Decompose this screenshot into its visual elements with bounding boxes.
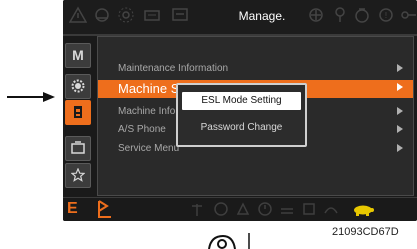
top-status-bar: Manage. ! [63, 0, 417, 34]
popup-item-esl-mode-setting[interactable]: ESL Mode Setting [182, 92, 301, 110]
side-button-manage[interactable] [65, 100, 91, 125]
power-mode-icon [213, 201, 229, 217]
menu-item-maintenance[interactable]: Maintenance Information [98, 61, 413, 78]
travel-icon [279, 201, 295, 217]
settings-gear-icon [117, 6, 135, 24]
chevron-right-icon [397, 83, 403, 91]
machine-security-popup: ESL Mode Setting Password Change [176, 83, 307, 147]
circuit-icon [399, 6, 417, 24]
side-button-settings[interactable] [65, 74, 91, 99]
filter-icon [353, 6, 371, 24]
fan-icon [301, 201, 317, 217]
menu-item-label: Maintenance Information [118, 63, 229, 74]
target-icon [307, 6, 325, 24]
display-icon [71, 141, 85, 154]
engine-icon [93, 6, 111, 24]
menu-item-label: Service Menu [118, 143, 180, 154]
wrench-icon [331, 6, 349, 24]
svg-text:!: ! [384, 11, 387, 20]
device-icon [208, 233, 250, 249]
turtle-icon [351, 201, 375, 217]
pointer-arrow-icon [7, 92, 55, 102]
mode-indicator: E [67, 200, 78, 217]
menu-item-label: Machine Info [118, 106, 176, 117]
manage-icon [74, 106, 82, 118]
chevron-right-icon [397, 64, 403, 72]
chevron-right-icon [397, 107, 403, 115]
antenna-icon [189, 201, 205, 217]
side-button-mode[interactable]: M [65, 43, 91, 68]
brake-icon: ! [377, 6, 395, 24]
menu-item-label: Machine S [118, 81, 180, 96]
side-button-favorites[interactable] [65, 163, 91, 188]
work-mode-icon [235, 201, 251, 217]
menu-item-label: A/S Phone [118, 124, 166, 135]
flag-icon [91, 198, 121, 220]
side-menu-bar: M [63, 36, 95, 196]
screen-title: Manage. [238, 9, 286, 23]
battery-icon [143, 6, 161, 24]
mode-label: M [72, 47, 84, 63]
monitor-icon [171, 6, 189, 24]
side-button-display[interactable] [65, 136, 91, 161]
monitor-screen: Manage. ! M Maintenance Information Mach… [63, 0, 417, 221]
chevron-right-icon [397, 144, 403, 152]
popup-item-password-change[interactable]: Password Change [182, 119, 301, 137]
figure-id-label: 21093CD67D [332, 226, 399, 238]
warning-icon [69, 6, 87, 24]
speed-icon [323, 201, 339, 217]
chevron-right-icon [397, 125, 403, 133]
star-icon [71, 168, 85, 182]
gear-icon [71, 79, 85, 93]
clock-icon [257, 201, 273, 217]
bottom-status-bar: E [63, 197, 417, 221]
